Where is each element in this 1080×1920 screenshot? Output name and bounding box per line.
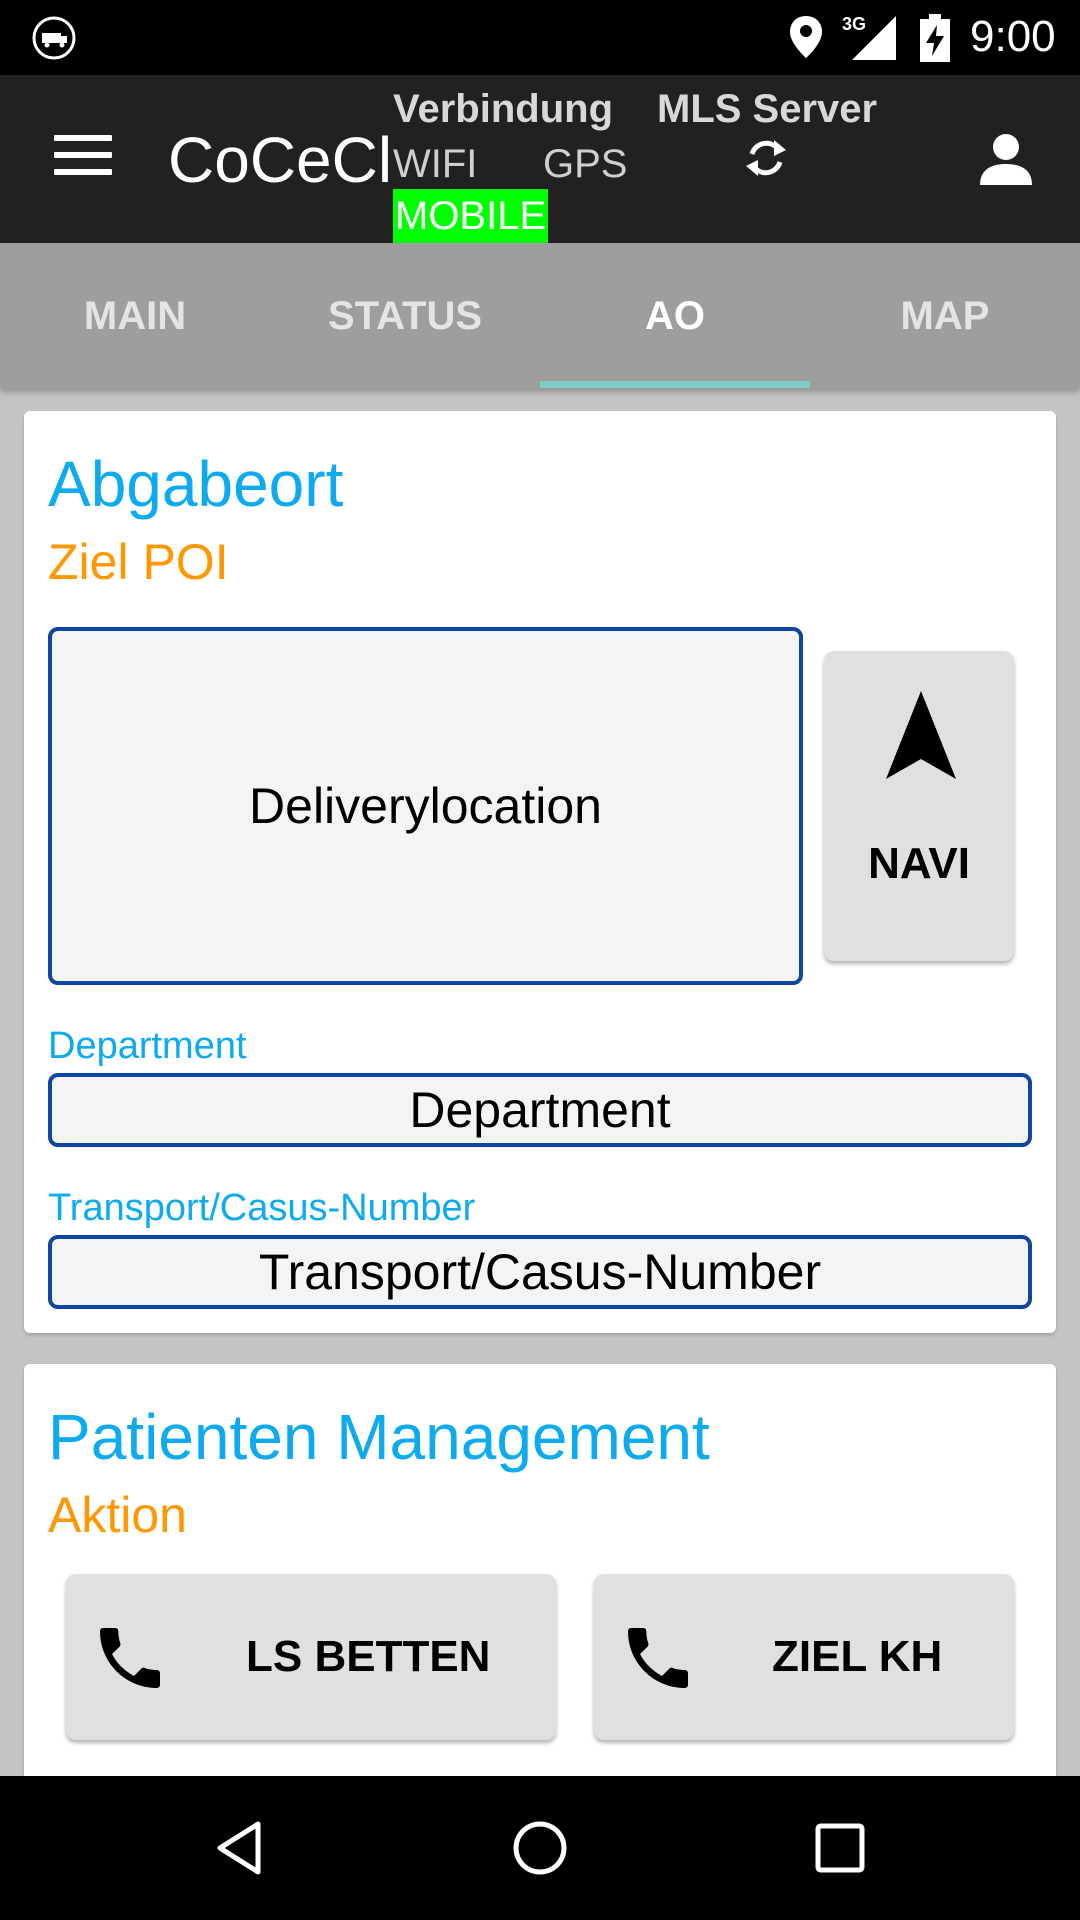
tab-bar: MAIN STATUS AO MAP xyxy=(0,243,1080,388)
active-tab-indicator xyxy=(540,381,810,388)
transport-number-field[interactable]: Transport/Casus-Number xyxy=(48,1235,1032,1309)
sync-icon[interactable] xyxy=(742,133,790,183)
aktion-subtitle: Aktion xyxy=(48,1487,187,1543)
abgabeort-title: Abgabeort xyxy=(48,448,344,520)
phone-icon xyxy=(100,1628,160,1688)
ls-betten-label: LS BETTEN xyxy=(246,1632,491,1681)
tab-main[interactable]: MAIN xyxy=(0,243,270,388)
app-title: CoCeCl xyxy=(168,124,393,196)
ziel-kh-button[interactable]: ZIEL KH xyxy=(594,1574,1014,1740)
transport-number-label: Transport/Casus-Number xyxy=(48,1187,476,1229)
wifi-status: WIFI xyxy=(393,142,478,186)
delivery-location-field[interactable]: Deliverylocation xyxy=(48,627,803,985)
mobile-status: MOBILE xyxy=(393,189,549,243)
department-field[interactable]: Department xyxy=(48,1073,1032,1147)
tab-ao[interactable]: AO xyxy=(540,243,810,388)
menu-icon[interactable] xyxy=(54,133,114,177)
home-icon[interactable] xyxy=(508,1816,572,1880)
ziel-kh-label: ZIEL KH xyxy=(772,1632,943,1681)
signal-icon xyxy=(852,16,896,60)
phone-icon xyxy=(628,1628,688,1688)
ambulance-notification-icon xyxy=(32,16,76,60)
status-bar: 3G 9:00 xyxy=(0,0,1080,75)
ziel-poi-subtitle: Ziel POI xyxy=(48,534,229,590)
app-toolbar: CoCeCl Verbindung MLS Server WIFI GPS MO… xyxy=(0,75,1080,243)
navigation-arrow-icon xyxy=(886,691,956,779)
system-nav-bar xyxy=(0,1776,1080,1920)
tab-status[interactable]: STATUS xyxy=(270,243,540,388)
patienten-management-title: Patienten Management xyxy=(48,1401,710,1473)
abgabeort-card: Abgabeort Ziel POI Deliverylocation NAVI… xyxy=(24,411,1056,1333)
user-icon[interactable] xyxy=(978,131,1034,187)
connection-header: Verbindung xyxy=(393,87,613,131)
ls-betten-button[interactable]: LS BETTEN xyxy=(66,1574,556,1740)
navi-button[interactable]: NAVI xyxy=(824,651,1014,961)
battery-charging-icon xyxy=(920,14,950,62)
gps-status: GPS xyxy=(543,142,628,186)
recents-icon[interactable] xyxy=(808,1816,872,1880)
back-icon[interactable] xyxy=(208,1816,272,1880)
tab-map[interactable]: MAP xyxy=(810,243,1080,388)
mls-server-header: MLS Server xyxy=(657,87,878,131)
department-label: Department xyxy=(48,1025,247,1067)
location-icon xyxy=(790,16,822,58)
delivery-location-value: Deliverylocation xyxy=(249,778,602,834)
clock: 9:00 xyxy=(970,12,1056,61)
navi-button-label: NAVI xyxy=(868,839,970,888)
